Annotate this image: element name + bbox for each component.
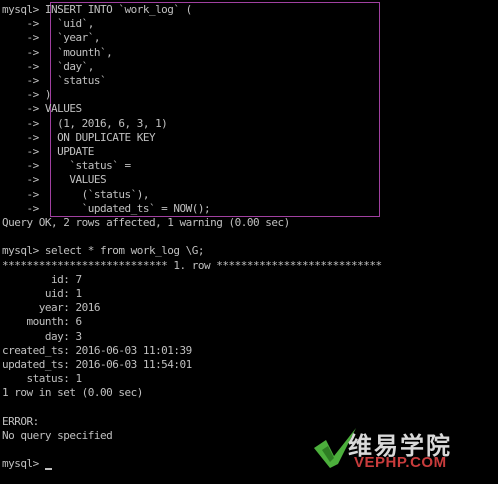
terminal-line: -> (1, 2016, 6, 3, 1) <box>2 116 168 130</box>
terminal-line: -> ) <box>2 88 51 102</box>
terminal-line: -> `year`, <box>2 31 100 45</box>
terminal-line: mysql> INSERT INTO `work_log` ( <box>2 3 192 16</box>
terminal-line: -> VALUES <box>2 173 107 187</box>
terminal-line: day: 3 <box>2 329 82 343</box>
terminal-window[interactable]: mysql> INSERT INTO `work_log` ( -> `uid`… <box>0 0 498 484</box>
terminal-line: mounth: 6 <box>2 315 82 329</box>
terminal-line: status: 1 <box>2 372 82 386</box>
text-cursor <box>44 468 52 471</box>
terminal-line: -> `status` <box>2 74 107 87</box>
terminal-line: 1 row in set (0.00 sec) <box>2 386 143 400</box>
terminal-line: -> `status` = <box>2 159 131 173</box>
terminal-line: mysql> <box>2 457 45 471</box>
terminal-line: -> `updated_ts` = NOW(); <box>2 201 211 215</box>
terminal-line: updated_ts: 2016-06-03 11:54:01 <box>2 358 192 371</box>
terminal-line: year: 2016 <box>2 301 101 315</box>
terminal-line: created_ts: 2016-06-03 11:01:39 <box>2 343 192 357</box>
terminal-line: -> (`status`), <box>2 187 149 201</box>
terminal-line: uid: 1 <box>2 287 82 300</box>
terminal-line: Query OK, 2 rows affected, 1 warning (0.… <box>2 216 290 229</box>
terminal-line: mysql> select * from work_log \G; <box>2 244 205 258</box>
site-watermark: 维易学院 VEPHP.COM <box>312 424 492 474</box>
terminal-line: -> VALUES <box>2 102 82 116</box>
terminal-line: -> ON DUPLICATE KEY <box>2 130 156 144</box>
terminal-line: No query specified <box>2 429 113 442</box>
watermark-site-text: VEPHP.COM <box>354 454 447 471</box>
terminal-line: *************************** 1. row *****… <box>2 258 382 272</box>
terminal-line: -> UPDATE <box>2 145 94 158</box>
terminal-line: id: 7 <box>2 272 82 286</box>
terminal-line: -> `mounth`, <box>2 45 113 59</box>
terminal-line: -> `uid`, <box>2 17 94 31</box>
terminal-line: -> `day`, <box>2 59 94 73</box>
terminal-line: ERROR: <box>2 414 39 428</box>
